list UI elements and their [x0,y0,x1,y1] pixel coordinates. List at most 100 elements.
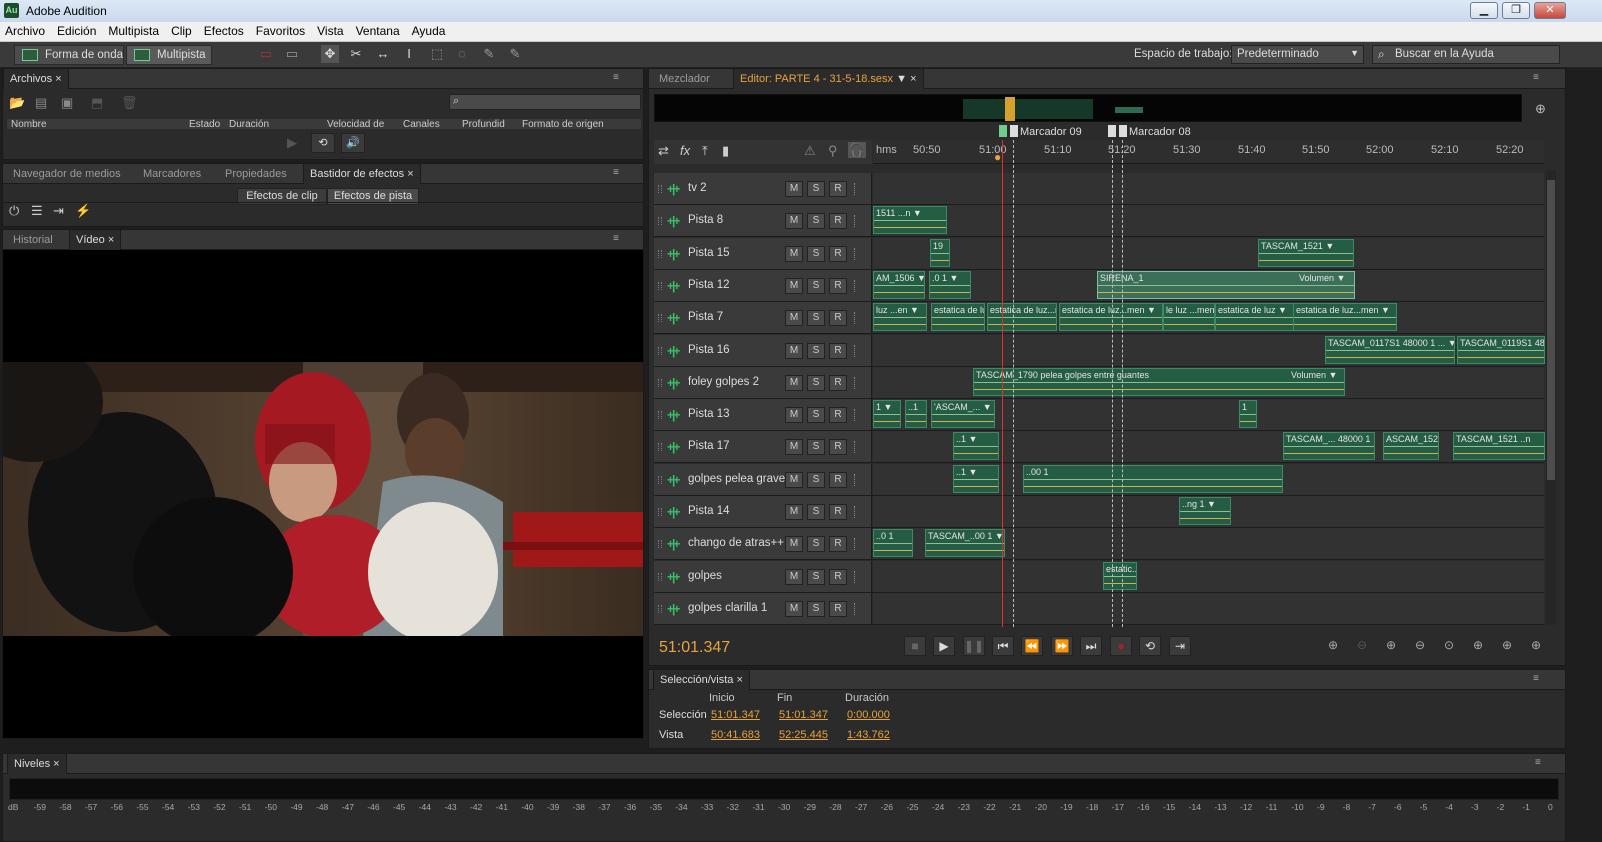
monitor-input-icon[interactable] [854,215,860,228]
go-to-end-icon[interactable]: ⏭ [1080,636,1102,656]
solo-button[interactable]: S [807,277,825,294]
playhead-handle[interactable]: ● [994,150,1006,164]
tracks-scrollbar[interactable] [1546,170,1556,625]
audio-clip[interactable]: 1 [1239,400,1257,429]
audio-clip[interactable]: TASCAM_0119S1 4800 [1457,335,1545,364]
scrollbar-thumb[interactable] [1547,180,1555,480]
monitor-input-icon[interactable] [854,279,860,292]
audio-clip[interactable]: estatica de luz...m [987,303,1057,332]
monitor-input-icon[interactable] [854,344,860,357]
track-header[interactable]: +|+ chango de atras++ M S R [654,528,872,560]
panel-menu-icon[interactable]: ≡ [613,73,627,83]
metronome-icon[interactable]: ⚠ [804,143,816,159]
marker-08-flag[interactable] [1108,125,1116,137]
audio-clip[interactable]: .0 1 ▼ [929,270,971,299]
monitor-input-icon[interactable] [854,570,860,583]
monitor-input-icon[interactable] [854,538,860,551]
loop-playback-icon[interactable]: ⟲ [1139,636,1161,656]
solo-button[interactable]: S [807,245,825,262]
mute-button[interactable]: M [785,181,803,197]
time-selection-tool-icon[interactable]: I [400,45,418,63]
tab-effects-rack[interactable]: Bastidor de efectos × [303,164,421,184]
audio-clip[interactable]: ..00 1 [1023,464,1283,493]
workspace-select[interactable]: Predeterminado ▼ [1231,45,1364,64]
record-arm-button[interactable]: R [829,600,847,617]
audio-clip[interactable]: TASCAM_0117S1 48000 1 ... ▼ [1325,335,1455,364]
list-icon[interactable]: ☰ [31,203,43,219]
audio-clip[interactable]: ASCAM_1521 ▼ [1383,432,1439,461]
effects-icon[interactable]: fx [680,143,690,158]
track-lane[interactable]: luz ...en ▼ estatica de luz estatica de lu… [873,302,1544,334]
tab-archivos[interactable]: Archivos × [3,69,69,89]
zoom-out-amplitude-icon[interactable]: ⊖ [1357,638,1367,652]
tab-video[interactable]: Vídeo × [69,230,122,250]
drag-handle-icon[interactable] [658,185,662,193]
close-icon[interactable]: × [910,73,916,85]
solo-button[interactable]: S [807,342,825,359]
track-header[interactable]: +|+ Pista 7MSR [654,302,872,334]
solo-button[interactable]: S [807,536,825,553]
solo-button[interactable]: S [807,407,825,424]
audio-clip[interactable]: ..0 1 [873,529,913,558]
close-icon[interactable]: × [108,234,114,246]
audio-clip[interactable]: luz ...en ▼ [873,303,927,332]
audio-clip[interactable]: ..1 [905,400,927,429]
monitor-input-icon[interactable] [854,247,860,260]
inputs-outputs-icon[interactable]: ⇄ [658,143,669,159]
drag-handle-icon[interactable] [658,217,662,226]
track-header[interactable]: +|+ Pista 14 M S R [654,496,872,527]
record-arm-button[interactable]: R [829,310,847,327]
selection-end[interactable]: 51:01.347 [779,709,828,721]
solo-button[interactable]: S [807,439,825,456]
loop-icon[interactable]: ⟲ [311,133,335,153]
menu-multipista[interactable]: Multipista [103,22,164,38]
panel-menu-icon[interactable]: ≡ [1533,73,1547,83]
track-lane[interactable]: 1511 ...n ▼ [873,205,1544,237]
move-tool-icon[interactable]: ✥ [321,45,339,63]
volume-icon[interactable]: 🔊 [341,133,365,153]
close-icon[interactable]: × [407,168,413,180]
zoom-in-end-icon[interactable]: ⊕ [1502,638,1512,652]
track-header[interactable]: +|+ Pista 16 M S R [654,334,872,366]
track-lane[interactable]: 1 ▼ ..1 'ASCAM_... ▼ 1 [873,399,1544,431]
solo-button[interactable]: S [807,504,825,520]
tab-properties[interactable]: Propiedades [219,164,293,184]
track-header[interactable]: +|+ tv 2MSR [654,173,872,204]
menu-clip[interactable]: Clip [166,22,197,38]
rewind-icon[interactable]: ⏪ [1021,636,1043,656]
drag-handle-icon[interactable] [658,249,662,258]
panel-menu-icon[interactable]: ≡ [1535,758,1549,768]
marker-09-end[interactable] [1010,125,1018,137]
col-canales[interactable]: Canales [403,119,440,129]
play-icon[interactable]: ▶ [287,135,297,151]
menu-edicion[interactable]: Edición [52,22,101,38]
menu-ventana[interactable]: Ventana [351,22,405,38]
zoom-selection-icon[interactable]: ⊕ [1531,638,1541,652]
monitor-input-icon[interactable] [854,312,860,325]
close-icon[interactable]: × [736,674,742,686]
current-time-display[interactable]: 51:01.347 [659,639,730,657]
mute-button[interactable]: M [785,504,803,520]
audio-clip[interactable]: estatica de luz ▼ [1215,303,1295,332]
track-lane[interactable]: 19 TASCAM_1521 ▼ [873,237,1544,269]
delete-icon[interactable]: 🗑 [121,95,138,111]
track-header[interactable]: +|+ Pista 15 M S R [654,237,872,269]
panel-menu-icon[interactable]: ≡ [613,234,627,244]
drag-handle-icon[interactable] [658,475,662,484]
waveform-view-button[interactable]: Forma de onda [14,45,124,65]
selection-duration[interactable]: 0:00.000 [847,709,890,721]
solo-button[interactable]: S [807,374,825,391]
zoom-icon[interactable]: ⊕ [1535,101,1546,117]
open-file-icon[interactable]: 📂 [9,95,25,111]
col-duracion[interactable]: Duración [229,119,269,129]
mute-button[interactable]: M [785,536,803,553]
track-header[interactable]: +|+ Pista 13 M S R [654,399,872,431]
record-arm-button[interactable]: R [829,504,847,520]
zoom-in-amplitude-icon[interactable]: ⊕ [1328,638,1338,652]
audio-clip[interactable]: TASCAM_1790 pelea golpes entre guantes [973,367,1345,396]
audio-clip[interactable]: 'ASCAM_... ▼ [931,400,995,429]
record-arm-button[interactable]: R [829,568,847,585]
play-icon[interactable]: ▶ [933,636,955,656]
track-lane[interactable]: ..1 ▼ TASCAM_... 48000 1 ▼ ASCAM_1521 ▼ TAS… [873,431,1545,463]
record-arm-button[interactable]: R [829,439,847,456]
